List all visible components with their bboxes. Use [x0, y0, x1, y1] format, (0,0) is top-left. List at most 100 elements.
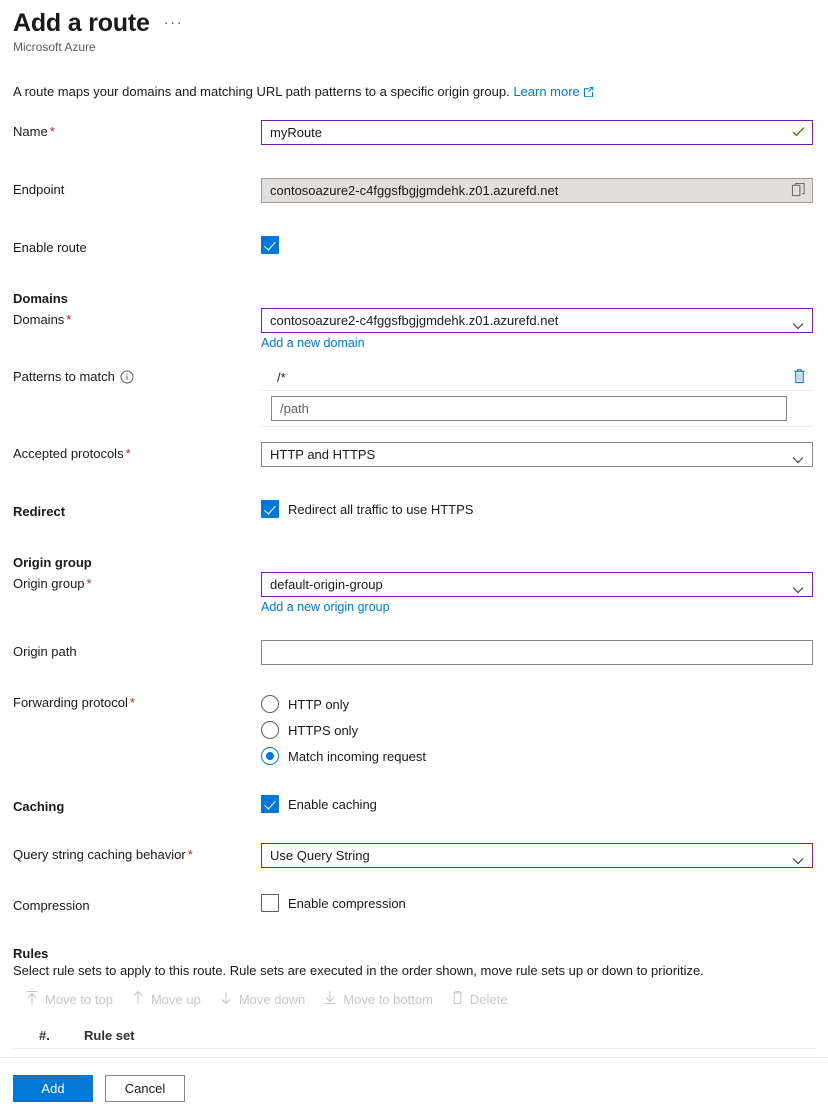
caching-checkbox-row: Enable caching — [261, 795, 815, 813]
endpoint-input[interactable] — [261, 178, 813, 203]
radio-label-http-only: HTTP only — [288, 696, 350, 712]
field-row-endpoint: Endpoint — [13, 178, 815, 203]
redirect-control: Redirect all traffic to use HTTPS — [261, 500, 815, 518]
origin-group-select[interactable]: default-origin-group — [261, 572, 813, 597]
accepted-protocols-selected-value: HTTP and HTTPS — [270, 447, 376, 462]
query-string-caching-select[interactable]: Use Query String — [261, 843, 813, 868]
patterns-control: /* — [261, 365, 815, 427]
enable-route-checkbox-row — [261, 236, 815, 254]
trash-icon[interactable] — [792, 368, 807, 387]
field-row-forwarding-protocol: Forwarding protocol * HTTP only HTTPS onl… — [13, 691, 815, 769]
caching-control: Enable caching — [261, 795, 815, 813]
enable-route-checkbox[interactable] — [261, 236, 279, 254]
redirect-checkbox-label: Redirect all traffic to use HTTPS — [288, 501, 474, 517]
field-row-accepted-protocols: Accepted protocols * HTTP and HTTPS — [13, 442, 815, 467]
page-title: Add a route — [13, 9, 150, 37]
arrow-down-to-line-icon — [323, 990, 337, 1008]
origin-group-label: Origin group * — [13, 576, 92, 591]
domains-selected-value: contosoazure2-c4fggsfbgjgmdehk.z01.azure… — [270, 313, 559, 328]
move-to-top-button[interactable]: Move to top — [25, 990, 113, 1008]
page-description: A route maps your domains and matching U… — [0, 84, 828, 100]
move-to-bottom-button[interactable]: Move to bottom — [323, 990, 433, 1008]
field-row-redirect: Redirect Redirect all traffic to use HTT… — [13, 500, 815, 522]
field-row-domains: Domains * contosoazure2-c4fggsfbgjgmdehk.… — [13, 308, 815, 350]
origin-path-control — [261, 640, 815, 665]
field-row-name: Name * — [13, 120, 815, 145]
move-up-label: Move up — [150, 991, 201, 1007]
accepted-protocols-label: Accepted protocols * — [13, 446, 131, 461]
enable-caching-checkbox[interactable] — [261, 795, 279, 813]
radio-row-http-only: HTTP only — [261, 691, 815, 717]
pattern-new-wrap — [261, 391, 813, 427]
query-string-caching-selected-value: Use Query String — [270, 848, 370, 863]
origin-group-selected-value: default-origin-group — [270, 577, 383, 592]
radio-http-only[interactable] — [261, 695, 279, 713]
required-asterisk: * — [125, 446, 131, 461]
origin-group-control: default-origin-group Add a new origin gr… — [261, 572, 815, 614]
accepted-protocols-select[interactable]: HTTP and HTTPS — [261, 442, 813, 467]
chevron-down-icon — [792, 450, 804, 473]
rules-section: Rules Select rule sets to apply to this … — [0, 946, 828, 1049]
domains-select[interactable]: contosoazure2-c4fggsfbgjgmdehk.z01.azure… — [261, 308, 813, 333]
origin-path-field-wrap — [261, 640, 813, 665]
required-asterisk: * — [49, 124, 55, 139]
page-subtitle: Microsoft Azure — [13, 40, 96, 54]
field-row-patterns: Patterns to match /* — [13, 365, 815, 427]
copy-icon[interactable] — [791, 182, 806, 200]
rules-description: Select rule sets to apply to this route.… — [13, 963, 704, 978]
chevron-down-icon — [792, 851, 804, 874]
redirect-checkbox-row: Redirect all traffic to use HTTPS — [261, 500, 815, 518]
arrow-down-icon — [219, 990, 233, 1008]
domains-control: contosoazure2-c4fggsfbgjgmdehk.z01.azure… — [261, 308, 815, 350]
move-down-button[interactable]: Move down — [219, 990, 305, 1008]
origin-group-section-heading: Origin group — [13, 555, 92, 570]
enable-route-control — [261, 236, 815, 254]
rules-column-rule-set: Rule set — [84, 1028, 135, 1043]
enable-caching-label: Enable caching — [288, 796, 377, 812]
forwarding-protocol-label: Forwarding protocol * — [13, 695, 135, 710]
caching-label: Caching — [13, 799, 65, 814]
add-new-origin-group-link[interactable]: Add a new origin group — [261, 600, 390, 614]
compression-checkbox-row: Enable compression — [261, 894, 815, 912]
rules-table-header: #. Rule set — [13, 1023, 815, 1049]
delete-rule-button[interactable]: Delete — [451, 990, 508, 1008]
title-row: Add a route ··· — [13, 8, 815, 38]
learn-more-link[interactable]: Learn more — [513, 84, 579, 99]
enable-compression-checkbox[interactable] — [261, 894, 279, 912]
patterns-label: Patterns to match — [13, 365, 261, 388]
move-down-label: Move down — [238, 991, 306, 1007]
radio-row-https-only: HTTPS only — [261, 717, 815, 743]
route-form: Name* Endpoint Enable route Domain — [0, 120, 828, 916]
redirect-https-checkbox[interactable] — [261, 500, 279, 518]
name-input[interactable] — [261, 120, 813, 145]
endpoint-field-wrap — [261, 178, 813, 203]
domains-label: Domains * — [13, 312, 72, 327]
redirect-label: Redirect — [13, 504, 66, 519]
field-row-origin-path: Origin path — [13, 640, 815, 665]
field-row-caching: Caching Enable caching — [13, 795, 815, 817]
delete-label: Delete — [469, 991, 508, 1007]
query-string-caching-control: Use Query String — [261, 843, 815, 868]
radio-match-incoming-request[interactable] — [261, 747, 279, 765]
compression-label: Compression — [13, 898, 90, 913]
origin-path-input[interactable] — [261, 640, 813, 665]
cancel-button[interactable]: Cancel — [105, 1074, 185, 1102]
add-new-domain-link[interactable]: Add a new domain — [261, 336, 365, 350]
name-control — [261, 120, 815, 145]
info-icon[interactable] — [120, 370, 134, 388]
more-options-button[interactable]: ··· — [164, 15, 184, 30]
arrow-up-to-line-icon — [25, 990, 39, 1008]
add-button[interactable]: Add — [13, 1074, 93, 1102]
radio-label-match-incoming-request: Match incoming request — [288, 748, 427, 764]
forwarding-protocol-control: HTTP only HTTPS only Match incoming requ… — [261, 691, 815, 769]
enable-route-label: Enable route — [13, 240, 87, 255]
radio-https-only[interactable] — [261, 721, 279, 739]
rules-command-bar: Move to top Move up Move down Move to bo… — [13, 987, 815, 1011]
move-to-bottom-label: Move to bottom — [343, 991, 433, 1007]
arrow-up-icon — [131, 990, 145, 1008]
endpoint-label: Endpoint — [13, 182, 65, 197]
enable-compression-label: Enable compression — [288, 895, 406, 911]
pattern-new-input[interactable] — [271, 396, 787, 421]
origin-path-label: Origin path — [13, 644, 77, 659]
move-up-button[interactable]: Move up — [131, 990, 201, 1008]
